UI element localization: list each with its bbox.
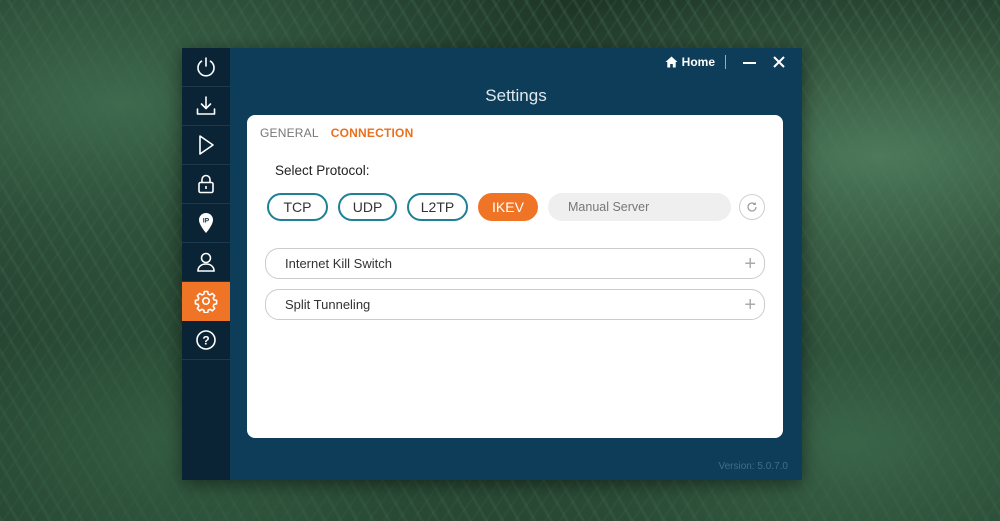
sidebar-item-settings[interactable] — [182, 282, 230, 321]
settings-panel: GENERAL CONNECTION Select Protocol: TCP … — [247, 115, 783, 438]
kill-switch-option[interactable]: Internet Kill Switch + — [265, 248, 765, 279]
sidebar-item-lock[interactable] — [182, 165, 230, 204]
select-protocol-label: Select Protocol: — [275, 163, 370, 178]
lock-icon — [198, 174, 214, 194]
title-bar-divider — [725, 55, 726, 69]
protocol-selector: TCP UDP L2TP IKEV — [267, 193, 765, 221]
ip-icon-label: IP — [203, 218, 210, 225]
tab-connection[interactable]: CONNECTION — [331, 126, 414, 140]
vpn-app-window: IP ? Home Settings GENERAL CONNECTION Se… — [182, 48, 802, 480]
minimize-button[interactable] — [742, 55, 756, 69]
close-button[interactable] — [772, 55, 786, 69]
refresh-server-button[interactable] — [739, 194, 765, 220]
manual-server-input[interactable] — [548, 193, 731, 221]
refresh-icon — [747, 202, 757, 212]
help-icon: ? — [196, 330, 216, 350]
sidebar-item-help[interactable]: ? — [182, 321, 230, 360]
split-tunneling-label: Split Tunneling — [285, 297, 371, 312]
user-icon — [197, 252, 215, 272]
sidebar-item-power[interactable] — [182, 48, 230, 87]
sidebar: IP ? — [182, 48, 230, 480]
split-tunneling-expand-icon[interactable]: + — [744, 295, 756, 315]
home-button-label: Home — [681, 55, 715, 69]
page-title: Settings — [485, 86, 547, 105]
kill-switch-label: Internet Kill Switch — [285, 256, 392, 271]
gear-icon — [194, 290, 218, 313]
tab-general[interactable]: GENERAL — [260, 126, 319, 140]
kill-switch-expand-icon[interactable]: + — [744, 254, 756, 274]
protocol-udp-button[interactable]: UDP — [338, 193, 397, 221]
sidebar-item-download[interactable] — [182, 87, 230, 126]
protocol-ikev-button[interactable]: IKEV — [478, 193, 538, 221]
sidebar-item-play[interactable] — [182, 126, 230, 165]
protocol-l2tp-button[interactable]: L2TP — [407, 193, 468, 221]
close-icon — [773, 56, 785, 68]
home-button[interactable]: Home — [665, 55, 715, 69]
settings-tabs: GENERAL CONNECTION — [260, 126, 413, 140]
sidebar-item-account[interactable] — [182, 243, 230, 282]
split-tunneling-option[interactable]: Split Tunneling + — [265, 289, 765, 320]
power-icon — [197, 57, 215, 77]
sidebar-item-ip[interactable]: IP — [182, 204, 230, 243]
ip-location-icon: IP — [199, 213, 213, 233]
download-icon — [196, 96, 216, 115]
title-bar: Home — [230, 48, 802, 76]
protocol-tcp-button[interactable]: TCP — [267, 193, 328, 221]
home-icon — [665, 56, 678, 68]
help-icon-label: ? — [202, 334, 209, 348]
play-icon — [199, 135, 214, 155]
version-label: Version: 5.0.7.0 — [718, 461, 789, 472]
minimize-icon — [742, 61, 756, 64]
